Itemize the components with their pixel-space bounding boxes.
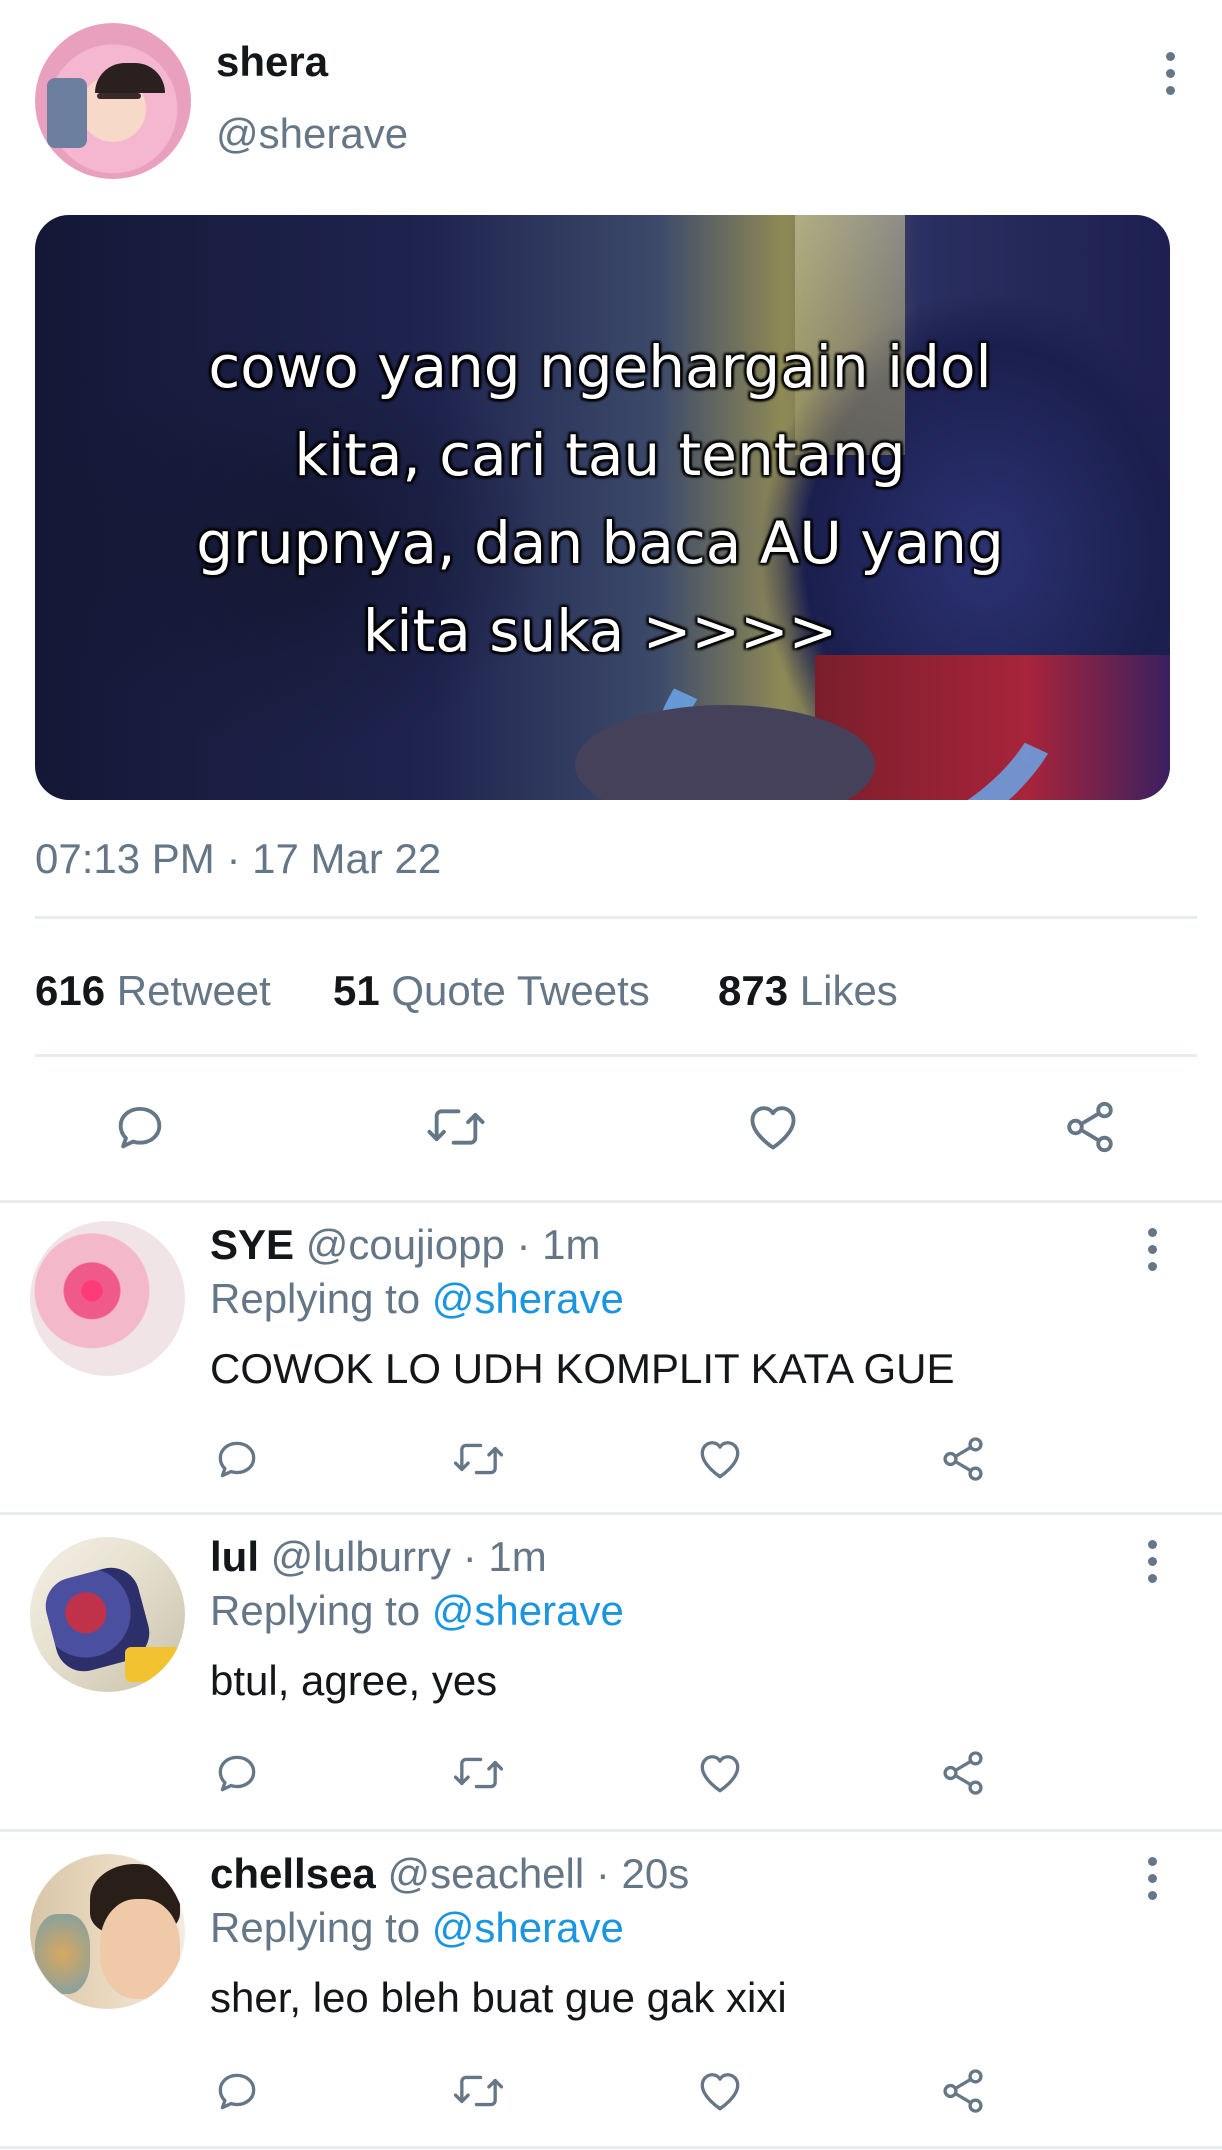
replying-to: Replying to @sherave	[210, 1587, 624, 1635]
reply-more-options-icon[interactable]	[1137, 1221, 1167, 1277]
reply-avatar[interactable]	[30, 1537, 185, 1692]
reply-text: COWOK LO UDH KOMPLIT KATA GUE	[210, 1345, 955, 1392]
divider	[35, 916, 1197, 919]
retweet-icon[interactable]	[451, 2066, 506, 2116]
reply-icon[interactable]	[212, 2066, 262, 2116]
likes-count: 873	[718, 967, 789, 1014]
replying-to-handle[interactable]: @sherave	[432, 1275, 624, 1322]
like-icon[interactable]	[695, 2066, 745, 2116]
reply-text: sher, leo bleh buat gue gak xixi	[210, 1974, 787, 2021]
replying-to-handle[interactable]: @sherave	[432, 1904, 624, 1951]
share-icon[interactable]	[1060, 1098, 1120, 1156]
divider	[0, 2146, 1222, 2149]
replying-to: Replying to @sherave	[210, 1275, 624, 1323]
share-icon[interactable]	[938, 2066, 988, 2116]
tweet-more-options-icon[interactable]	[1155, 45, 1185, 101]
reply-item[interactable]: SYE @coujiopp · 1m Replying to @sherave …	[0, 1203, 1222, 1514]
quotes-label: Quote Tweets	[391, 967, 650, 1014]
replying-to-label: Replying to	[210, 1587, 421, 1634]
reply-avatar[interactable]	[30, 1854, 185, 2009]
retweet-icon[interactable]	[451, 1748, 506, 1798]
reply-author-handle[interactable]: @coujiopp	[306, 1221, 505, 1268]
author-avatar[interactable]	[35, 23, 191, 179]
like-icon[interactable]	[695, 1434, 745, 1484]
reply-time: · 1m	[462, 1533, 547, 1580]
reply-text: btul, agree, yes	[210, 1657, 498, 1704]
reply-author-name[interactable]: SYE	[210, 1221, 294, 1268]
reply-author-name[interactable]: lul	[210, 1533, 259, 1580]
reply-icon[interactable]	[110, 1098, 170, 1156]
share-icon[interactable]	[938, 1748, 988, 1798]
replying-to: Replying to @sherave	[210, 1904, 624, 1952]
image-caption: cowo yang ngehargain idol kita, cari tau…	[196, 333, 1004, 665]
tweet-image[interactable]: cowo yang ngehargain idol kita, cari tau…	[35, 215, 1170, 800]
author-name[interactable]: shera	[216, 38, 328, 86]
quotes-stat[interactable]: 51 Quote Tweets	[333, 967, 650, 1015]
reply-author-handle[interactable]: @lulburry	[271, 1533, 451, 1580]
quotes-count: 51	[333, 967, 380, 1014]
retweet-icon[interactable]	[423, 1098, 489, 1156]
reply-header: chellsea @seachell · 20s	[210, 1850, 689, 1898]
reply-more-options-icon[interactable]	[1137, 1850, 1167, 1906]
reply-time: · 1m	[516, 1221, 601, 1268]
author-handle[interactable]: @sherave	[216, 110, 408, 158]
replying-to-handle[interactable]: @sherave	[432, 1587, 624, 1634]
retweets-label: Retweet	[116, 967, 271, 1014]
likes-label: Likes	[799, 967, 898, 1014]
reply-icon[interactable]	[212, 1748, 262, 1798]
reply-header: lul @lulburry · 1m	[210, 1533, 547, 1581]
replying-to-label: Replying to	[210, 1275, 421, 1322]
reply-item[interactable]: chellsea @seachell · 20s Replying to @sh…	[0, 1832, 1222, 2150]
reply-author-handle[interactable]: @seachell	[387, 1850, 584, 1897]
reply-header: SYE @coujiopp · 1m	[210, 1221, 600, 1269]
retweet-icon[interactable]	[451, 1434, 506, 1484]
likes-stat[interactable]: 873 Likes	[718, 967, 898, 1015]
replying-to-label: Replying to	[210, 1904, 421, 1951]
reply-icon[interactable]	[212, 1434, 262, 1484]
reply-item[interactable]: lul @lulburry · 1m Replying to @sherave …	[0, 1515, 1222, 1830]
divider	[35, 1054, 1197, 1057]
reply-author-name[interactable]: chellsea	[210, 1850, 376, 1897]
reply-time: · 20s	[595, 1850, 690, 1897]
retweets-count: 616	[35, 967, 106, 1014]
reply-avatar[interactable]	[30, 1221, 185, 1376]
tweet-timestamp[interactable]: 07:13 PM · 17 Mar 22	[35, 835, 441, 883]
like-icon[interactable]	[743, 1098, 803, 1156]
like-icon[interactable]	[695, 1748, 745, 1798]
share-icon[interactable]	[938, 1434, 988, 1484]
reply-more-options-icon[interactable]	[1137, 1533, 1167, 1589]
retweets-stat[interactable]: 616 Retweet	[35, 967, 271, 1015]
